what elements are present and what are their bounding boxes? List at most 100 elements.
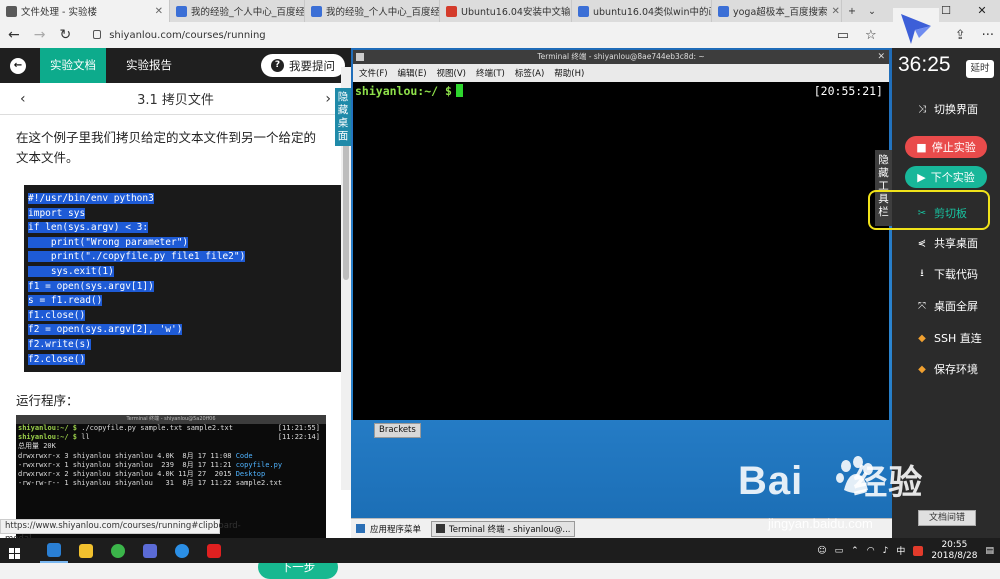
stop-icon: ■ bbox=[916, 140, 927, 154]
wifi-icon[interactable]: ◠ bbox=[867, 546, 875, 556]
taskbar-clock[interactable]: 20:55 2018/8/28 bbox=[931, 540, 977, 562]
tab-list-button[interactable]: ⌄ bbox=[862, 0, 882, 22]
refresh-icon[interactable]: ↻ bbox=[59, 27, 71, 43]
explorer-icon bbox=[79, 543, 93, 558]
terminal-window[interactable]: Terminal 终端 - shiyanlou@8ae744eb3c8d: ~ … bbox=[353, 50, 889, 420]
download-code-button[interactable]: ⭳ 下载代码 bbox=[892, 263, 1000, 285]
apps-menu-button[interactable]: 应用程序菜单 bbox=[370, 523, 421, 535]
diamond-icon: ◆ bbox=[918, 332, 926, 344]
ask-question-button[interactable]: ? 我要提问 bbox=[261, 54, 345, 77]
sync-icon bbox=[175, 543, 189, 558]
screenshot-time: [11:22:14] bbox=[277, 433, 320, 442]
tab-close-icon[interactable]: ✕ bbox=[832, 6, 840, 17]
terminal-titlebar[interactable]: Terminal 终端 - shiyanlou@8ae744eb3c8d: ~ … bbox=[353, 50, 889, 64]
screenshot-file: Desktop bbox=[235, 470, 266, 479]
browser-tab[interactable]: 我的经验_个人中心_百度经验✕ bbox=[305, 0, 440, 22]
terminal-menu-item[interactable]: 标签(A) bbox=[515, 67, 544, 79]
code-line: s = f1.read() bbox=[28, 294, 342, 309]
delay-button[interactable]: 延时 bbox=[966, 60, 994, 78]
favorite-star-icon[interactable]: ☆ bbox=[865, 28, 877, 43]
browser-tab[interactable]: 文件处理 - 实验楼 ✕ bbox=[0, 0, 170, 22]
terminal-menu-item[interactable]: 编辑(E) bbox=[398, 67, 427, 79]
code-line: import sys bbox=[28, 207, 342, 222]
share-desktop-button[interactable]: ⋞ 共享桌面 bbox=[892, 232, 1000, 254]
screenshot-prompt: shiyanlou:~/ $ bbox=[18, 424, 78, 432]
clipboard-highlight-box bbox=[868, 190, 990, 230]
tab-lab-document[interactable]: 实验文档 bbox=[40, 48, 106, 83]
terminal-task-button[interactable]: Terminal 终端 - shiyanlou@... bbox=[431, 520, 576, 537]
terminal-menu-item[interactable]: 文件(F) bbox=[359, 67, 388, 79]
shuffle-icon: ⤨ bbox=[918, 103, 926, 115]
tab-lab-report[interactable]: 实验报告 bbox=[116, 48, 182, 83]
browser-tab[interactable]: ubuntu16.04类似win中的画✕ bbox=[572, 0, 712, 22]
screenshot-text: ./copyfile.py sample.txt sample2.txt bbox=[77, 424, 233, 432]
code-text: sys.exit(1) bbox=[28, 265, 114, 277]
feishu-taskbar-button[interactable] bbox=[136, 538, 164, 563]
save-env-button[interactable]: ◆ 保存环境 bbox=[892, 358, 1000, 380]
save-env-label: 保存环境 bbox=[934, 363, 978, 376]
pdd-taskbar-button[interactable] bbox=[200, 538, 228, 563]
volume-icon[interactable]: ♪ bbox=[883, 546, 889, 556]
terminal-close-icon[interactable]: ✕ bbox=[877, 50, 885, 64]
ime-indicator[interactable]: 中 bbox=[896, 544, 905, 557]
ask-question-label: 我要提问 bbox=[289, 58, 335, 73]
sync-taskbar-button[interactable] bbox=[168, 538, 196, 563]
share-icon[interactable]: ⇪ bbox=[955, 28, 966, 43]
fullscreen-button[interactable]: ⤧ 桌面全屏 bbox=[892, 295, 1000, 317]
more-icon[interactable]: ··· bbox=[982, 28, 994, 43]
next-lab-button[interactable]: ▶ 下个实验 bbox=[905, 166, 987, 188]
edge-taskbar-button[interactable] bbox=[40, 538, 68, 563]
diamond-icon: ◆ bbox=[918, 363, 926, 375]
prev-section-button[interactable]: ‹ bbox=[20, 91, 26, 107]
wechat-taskbar-button[interactable] bbox=[104, 538, 132, 563]
battery-icon[interactable]: ▭ bbox=[835, 546, 844, 556]
code-text: f2 = open(sys.argv[2], 'w') bbox=[28, 324, 183, 336]
terminal-menu-item[interactable]: 视图(V) bbox=[437, 67, 466, 79]
brackets-desktop-item[interactable]: Brackets bbox=[374, 423, 421, 438]
reading-view-icon[interactable]: ▭ bbox=[837, 28, 849, 43]
terminal-menu-item[interactable]: 终端(T) bbox=[476, 67, 505, 79]
explorer-taskbar-button[interactable] bbox=[72, 538, 100, 563]
tab-close-icon[interactable]: ✕ bbox=[155, 6, 163, 17]
sogou-icon[interactable] bbox=[913, 545, 924, 556]
code-block[interactable]: #!/usr/bin/env python3 import sys if len(s… bbox=[24, 185, 346, 372]
up-arrow-icon[interactable]: ⌃ bbox=[851, 546, 859, 556]
tab-label: yoga超极本_百度搜索 bbox=[733, 7, 828, 18]
notification-icon[interactable]: ▤ bbox=[985, 546, 994, 556]
terminal-menu-item[interactable]: 帮助(H) bbox=[554, 67, 584, 79]
screenshot-text: -rw-rw-r-- 1 shiyanlou shiyanlou 31 8月 1… bbox=[18, 479, 283, 488]
tab-favicon-icon bbox=[311, 5, 322, 17]
close-window-icon[interactable]: ✕ bbox=[964, 0, 1000, 22]
terminal-task-label: Terminal 终端 - shiyanlou@... bbox=[449, 524, 571, 535]
code-line: f1 = open(sys.argv[1]) bbox=[28, 280, 342, 295]
terminal-prompt[interactable]: shiyanlou:~/ $ bbox=[355, 84, 463, 98]
browser-tab[interactable]: yoga超极本_百度搜索 ✕ bbox=[712, 0, 842, 22]
back-arrow-icon[interactable]: ← bbox=[10, 57, 26, 74]
url-field[interactable]: shiyanlou.com/courses/running bbox=[93, 29, 266, 41]
tab-label: 我的经验_个人中心_百度经验 bbox=[191, 7, 305, 18]
ssh-connect-button[interactable]: ◆ SSH 直连 bbox=[892, 327, 1000, 349]
stop-lab-button[interactable]: ■ 停止实验 bbox=[905, 136, 987, 158]
tab-favicon-icon bbox=[718, 5, 729, 17]
screenshot-file: copyfile.py bbox=[235, 460, 283, 469]
system-tray: ☺ ▭ ⌃ ◠ ♪ 中 20:55 2018/8/28 ▤ bbox=[817, 538, 994, 563]
doc-toggle-button[interactable]: 文档间错 bbox=[918, 510, 976, 526]
screenshot-text: ll bbox=[77, 433, 90, 442]
apps-menu-icon bbox=[356, 524, 365, 533]
start-button[interactable] bbox=[0, 542, 28, 559]
code-text: import sys bbox=[28, 207, 86, 219]
next-lab-label: 下个实验 bbox=[930, 171, 975, 184]
browser-tab[interactable]: 我的经验_个人中心_百度经验✕ bbox=[170, 0, 305, 22]
code-line: f2 = open(sys.argv[2], 'w') bbox=[28, 323, 342, 338]
hide-desktop-button[interactable]: 隐藏桌面 bbox=[335, 88, 351, 146]
download-icon: ⭳ bbox=[920, 267, 924, 279]
new-tab-button[interactable]: + bbox=[842, 0, 862, 22]
next-section-button[interactable]: › bbox=[325, 91, 331, 107]
share-desktop-label: 共享桌面 bbox=[934, 237, 978, 250]
screenshot-file: Code bbox=[235, 451, 253, 460]
switch-view-button[interactable]: ⤨ 切换界面 bbox=[892, 98, 1000, 120]
section-title: 3.1 拷贝文件 bbox=[137, 93, 214, 108]
people-icon[interactable]: ☺ bbox=[817, 546, 826, 556]
browser-tab[interactable]: Ubuntu16.04安装中文输入法✕ bbox=[440, 0, 572, 22]
back-icon[interactable]: ← bbox=[8, 27, 20, 43]
